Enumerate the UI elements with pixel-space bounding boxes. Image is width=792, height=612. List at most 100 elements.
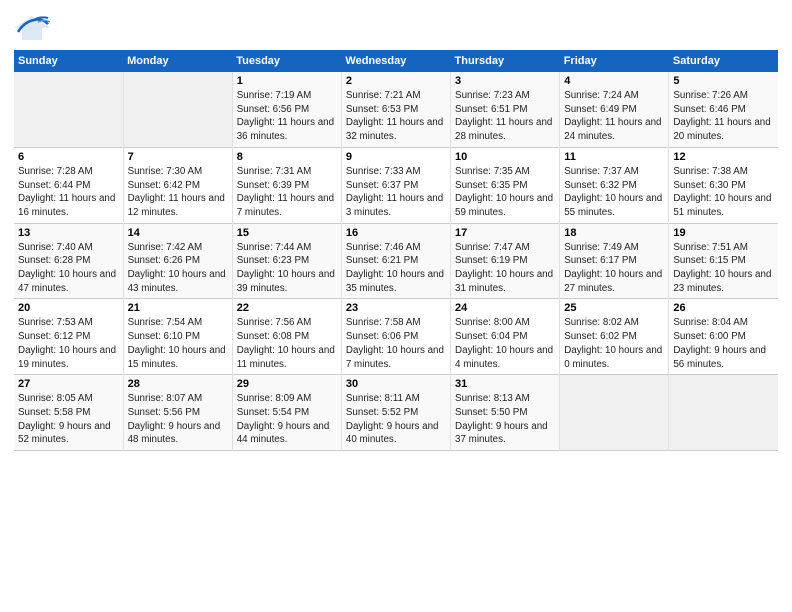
day-info: Sunrise: 7:30 AMSunset: 6:42 PMDaylight:… xyxy=(128,165,228,220)
day-number: 10 xyxy=(455,151,555,163)
day-number: 5 xyxy=(673,75,774,87)
day-info: Sunrise: 7:26 AMSunset: 6:46 PMDaylight:… xyxy=(673,89,774,144)
weekday-header: Sunday xyxy=(14,50,123,72)
day-info: Sunrise: 7:44 AMSunset: 6:23 PMDaylight:… xyxy=(237,241,337,296)
day-number: 28 xyxy=(128,378,228,390)
day-info: Sunrise: 7:42 AMSunset: 6:26 PMDaylight:… xyxy=(128,241,228,296)
day-info: Sunrise: 8:13 AMSunset: 5:50 PMDaylight:… xyxy=(455,392,555,447)
calendar-cell: 30Sunrise: 8:11 AMSunset: 5:52 PMDayligh… xyxy=(341,375,450,451)
calendar-cell: 10 Sunrise: 7:35 AMSunset: 6:35 PMDayligh… xyxy=(451,147,560,223)
day-number: 25 xyxy=(564,302,664,314)
calendar-cell: 17 Sunrise: 7:47 AMSunset: 6:19 PMDayligh… xyxy=(451,223,560,299)
day-number: 14 xyxy=(128,227,228,239)
calendar-table: SundayMondayTuesdayWednesdayThursdayFrid… xyxy=(14,50,778,451)
calendar-cell: 11 Sunrise: 7:37 AMSunset: 6:32 PMDayligh… xyxy=(560,147,669,223)
day-info: Sunrise: 7:40 AMSunset: 6:28 PMDaylight:… xyxy=(18,241,119,296)
day-number: 11 xyxy=(564,151,664,163)
day-info: Sunrise: 7:47 AMSunset: 6:19 PMDaylight:… xyxy=(455,241,555,296)
calendar-cell xyxy=(669,375,778,451)
day-number: 20 xyxy=(18,302,119,314)
calendar-cell: 21 Sunrise: 7:54 AMSunset: 6:10 PMDayligh… xyxy=(123,299,232,375)
calendar-cell xyxy=(123,72,232,147)
weekday-header: Tuesday xyxy=(232,50,341,72)
weekday-header: Wednesday xyxy=(341,50,450,72)
calendar-cell: 24 Sunrise: 8:00 AMSunset: 6:04 PMDayligh… xyxy=(451,299,560,375)
main-container: SundayMondayTuesdayWednesdayThursdayFrid… xyxy=(0,0,792,457)
day-info: Sunrise: 7:37 AMSunset: 6:32 PMDaylight:… xyxy=(564,165,664,220)
calendar-cell: 7 Sunrise: 7:30 AMSunset: 6:42 PMDaylight… xyxy=(123,147,232,223)
day-info: Sunrise: 7:56 AMSunset: 6:08 PMDaylight:… xyxy=(237,316,337,371)
calendar-cell xyxy=(560,375,669,451)
calendar-cell: 9Sunrise: 7:33 AMSunset: 6:37 PMDaylight… xyxy=(341,147,450,223)
day-info: Sunrise: 8:00 AMSunset: 6:04 PMDaylight:… xyxy=(455,316,555,371)
day-number: 23 xyxy=(346,302,446,314)
calendar-cell: 12 Sunrise: 7:38 AMSunset: 6:30 PMDayligh… xyxy=(669,147,778,223)
day-info: Sunrise: 7:51 AMSunset: 6:15 PMDaylight:… xyxy=(673,241,774,296)
day-number: 12 xyxy=(673,151,774,163)
day-info: Sunrise: 8:04 AMSunset: 6:00 PMDaylight:… xyxy=(673,316,774,371)
day-number: 16 xyxy=(346,227,446,239)
calendar-week-row: 27Sunrise: 8:05 AMSunset: 5:58 PMDayligh… xyxy=(14,375,778,451)
weekday-header: Friday xyxy=(560,50,669,72)
logo xyxy=(14,14,54,42)
calendar-cell: 19 Sunrise: 7:51 AMSunset: 6:15 PMDayligh… xyxy=(669,223,778,299)
day-info: Sunrise: 7:24 AMSunset: 6:49 PMDaylight:… xyxy=(564,89,664,144)
header xyxy=(14,10,778,42)
day-info: Sunrise: 8:09 AMSunset: 5:54 PMDaylight:… xyxy=(237,392,337,447)
day-number: 3 xyxy=(455,75,555,87)
day-info: Sunrise: 7:21 AMSunset: 6:53 PMDaylight:… xyxy=(346,89,446,144)
day-info: Sunrise: 7:49 AMSunset: 6:17 PMDaylight:… xyxy=(564,241,664,296)
calendar-cell: 22 Sunrise: 7:56 AMSunset: 6:08 PMDayligh… xyxy=(232,299,341,375)
calendar-cell: 6 Sunrise: 7:28 AMSunset: 6:44 PMDaylight… xyxy=(14,147,123,223)
day-info: Sunrise: 8:07 AMSunset: 5:56 PMDaylight:… xyxy=(128,392,228,447)
calendar-cell: 3Sunrise: 7:23 AMSunset: 6:51 PMDaylight… xyxy=(451,72,560,147)
day-number: 21 xyxy=(128,302,228,314)
day-number: 15 xyxy=(237,227,337,239)
weekday-header: Saturday xyxy=(669,50,778,72)
day-number: 24 xyxy=(455,302,555,314)
calendar-cell: 28 Sunrise: 8:07 AMSunset: 5:56 PMDayligh… xyxy=(123,375,232,451)
calendar-cell: 8 Sunrise: 7:31 AMSunset: 6:39 PMDaylight… xyxy=(232,147,341,223)
calendar-week-row: 20 Sunrise: 7:53 AMSunset: 6:12 PMDayligh… xyxy=(14,299,778,375)
calendar-cell: 1Sunrise: 7:19 AMSunset: 6:56 PMDaylight… xyxy=(232,72,341,147)
day-info: Sunrise: 7:38 AMSunset: 6:30 PMDaylight:… xyxy=(673,165,774,220)
calendar-cell: 25Sunrise: 8:02 AMSunset: 6:02 PMDayligh… xyxy=(560,299,669,375)
day-info: Sunrise: 7:53 AMSunset: 6:12 PMDaylight:… xyxy=(18,316,119,371)
day-number: 7 xyxy=(128,151,228,163)
calendar-cell: 4Sunrise: 7:24 AMSunset: 6:49 PMDaylight… xyxy=(560,72,669,147)
calendar-cell: 5 Sunrise: 7:26 AMSunset: 6:46 PMDaylight… xyxy=(669,72,778,147)
day-info: Sunrise: 7:19 AMSunset: 6:56 PMDaylight:… xyxy=(237,89,337,144)
day-number: 17 xyxy=(455,227,555,239)
calendar-week-row: 6 Sunrise: 7:28 AMSunset: 6:44 PMDaylight… xyxy=(14,147,778,223)
day-info: Sunrise: 7:28 AMSunset: 6:44 PMDaylight:… xyxy=(18,165,119,220)
weekday-header: Monday xyxy=(123,50,232,72)
calendar-cell: 20 Sunrise: 7:53 AMSunset: 6:12 PMDayligh… xyxy=(14,299,123,375)
day-number: 18 xyxy=(564,227,664,239)
weekday-header: Thursday xyxy=(451,50,560,72)
day-number: 2 xyxy=(346,75,446,87)
day-info: Sunrise: 7:31 AMSunset: 6:39 PMDaylight:… xyxy=(237,165,337,220)
day-info: Sunrise: 7:54 AMSunset: 6:10 PMDaylight:… xyxy=(128,316,228,371)
calendar-header-row: SundayMondayTuesdayWednesdayThursdayFrid… xyxy=(14,50,778,72)
day-number: 27 xyxy=(18,378,119,390)
logo-icon xyxy=(14,14,50,42)
calendar-cell: 27Sunrise: 8:05 AMSunset: 5:58 PMDayligh… xyxy=(14,375,123,451)
calendar-week-row: 13 Sunrise: 7:40 AMSunset: 6:28 PMDayligh… xyxy=(14,223,778,299)
calendar-week-row: 1Sunrise: 7:19 AMSunset: 6:56 PMDaylight… xyxy=(14,72,778,147)
day-number: 13 xyxy=(18,227,119,239)
calendar-cell: 13 Sunrise: 7:40 AMSunset: 6:28 PMDayligh… xyxy=(14,223,123,299)
day-info: Sunrise: 7:46 AMSunset: 6:21 PMDaylight:… xyxy=(346,241,446,296)
day-number: 19 xyxy=(673,227,774,239)
calendar-cell: 26 Sunrise: 8:04 AMSunset: 6:00 PMDayligh… xyxy=(669,299,778,375)
calendar-cell: 23Sunrise: 7:58 AMSunset: 6:06 PMDayligh… xyxy=(341,299,450,375)
day-number: 31 xyxy=(455,378,555,390)
day-number: 8 xyxy=(237,151,337,163)
day-number: 26 xyxy=(673,302,774,314)
calendar-cell: 16 Sunrise: 7:46 AMSunset: 6:21 PMDayligh… xyxy=(341,223,450,299)
day-info: Sunrise: 7:35 AMSunset: 6:35 PMDaylight:… xyxy=(455,165,555,220)
day-number: 6 xyxy=(18,151,119,163)
calendar-cell xyxy=(14,72,123,147)
calendar-cell: 31 Sunrise: 8:13 AMSunset: 5:50 PMDayligh… xyxy=(451,375,560,451)
day-number: 22 xyxy=(237,302,337,314)
calendar-cell: 18 Sunrise: 7:49 AMSunset: 6:17 PMDayligh… xyxy=(560,223,669,299)
